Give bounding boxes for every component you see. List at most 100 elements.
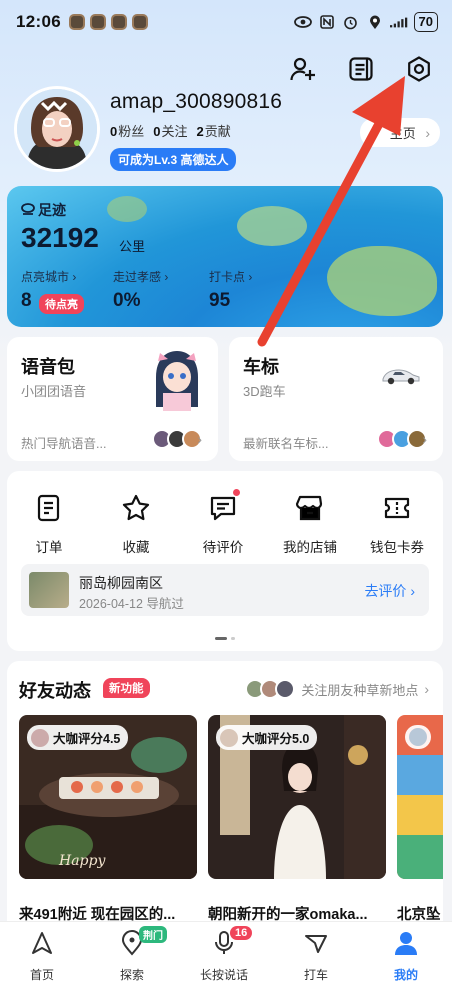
reviewer-avatar <box>409 728 427 746</box>
friends-feed: 好友动态 新功能 关注朋友种草新地点 › Happy 大咖评分4.5 大咖评分5… <box>7 661 443 931</box>
tab-explore[interactable]: 荆门 探索 <box>92 926 172 981</box>
footprint-unit: 公里 <box>119 239 146 254</box>
shortcut-favorites[interactable]: 收藏 <box>101 493 171 556</box>
stat-following[interactable]: 0关注 <box>153 121 187 140</box>
stat-contributions[interactable]: 2贡献 <box>197 121 231 140</box>
order-icon <box>37 494 60 522</box>
car-icon-subtitle: 3D跑车 <box>243 384 286 399</box>
footprint-distance: 32192 <box>21 222 99 253</box>
notes-icon[interactable] <box>346 54 376 84</box>
feed-card[interactable] <box>397 715 443 879</box>
app-notification-icon <box>110 14 127 30</box>
profile-stats: 0粉丝 0关注 2贡献 <box>110 121 231 140</box>
car-brand-avatars: › <box>377 429 428 449</box>
voice-pack-footer: 热门导航语音... <box>21 437 107 451</box>
feed-card[interactable]: Happy 大咖评分4.5 <box>19 715 197 879</box>
voice-pack-title: 语音包 <box>21 357 75 377</box>
chevron-right-icon: › <box>422 431 427 447</box>
shortcut-label: 钱包卡券 <box>370 540 424 555</box>
voice-character-image <box>156 351 198 411</box>
go-review-button[interactable]: 去评价 › <box>364 581 415 601</box>
car-icon-card[interactable]: 车标 3D跑车 最新联名车标... › <box>229 337 443 461</box>
place-name: 丽岛柳园南区 <box>79 575 163 591</box>
review-icon <box>210 496 236 521</box>
tab-label: 长按说话 <box>199 968 248 981</box>
score-label: 大咖评分4.5 <box>53 732 121 746</box>
sports-car-icon <box>382 369 420 385</box>
shortcut-orders[interactable]: 订单 <box>14 493 84 556</box>
wallet-icon <box>384 497 410 519</box>
shortcut-label: 待评价 <box>202 540 244 555</box>
reviewer-avatar <box>31 728 49 747</box>
follow-friends-label: 关注朋友种草新地点 <box>301 682 419 698</box>
page-indicator <box>215 637 235 640</box>
shortcut-pending-review[interactable]: 待评价 <box>188 489 258 556</box>
car-icon-title: 车标 <box>243 357 279 377</box>
voice-pack-card[interactable]: 语音包 小团团语音 热门导航语音... › <box>7 337 218 461</box>
tab-voice[interactable]: 16 长按说话 <box>184 926 264 981</box>
metric-label: 走过孝感 <box>113 270 162 284</box>
metric-checkins-label[interactable]: 打卡点 › <box>209 268 252 285</box>
shortcut-label: 订单 <box>35 540 63 555</box>
place-thumbnail <box>29 572 69 608</box>
metric-xiaogan-label[interactable]: 走过孝感 › <box>113 268 168 285</box>
stat-count: 0 <box>153 124 161 139</box>
store-icon <box>295 495 323 521</box>
shortcut-my-store[interactable]: 我的店铺 <box>275 493 345 556</box>
tab-label: 我的 <box>393 968 418 981</box>
follow-friends-link[interactable]: 关注朋友种草新地点 › <box>245 679 429 699</box>
shortcut-label: 我的店铺 <box>283 540 337 555</box>
friend-avatars <box>245 679 296 699</box>
footprint-icon <box>21 203 35 215</box>
voice-pack-subtitle: 小团团语音 <box>21 384 87 399</box>
add-friend-icon[interactable] <box>288 54 318 84</box>
avatar[interactable] <box>14 86 100 172</box>
car-icon-footer: 最新联名车标... <box>243 437 329 451</box>
profile-icon <box>395 932 417 955</box>
tab-mine[interactable]: 我的 <box>366 930 446 981</box>
score-label: 大咖评分5.0 <box>242 732 310 746</box>
metric-xiaogan-value: 0% <box>113 290 141 311</box>
settings-icon[interactable] <box>404 54 434 84</box>
app-notification-icon <box>68 14 85 30</box>
page-dot-active <box>215 637 227 640</box>
shortcut-label: 收藏 <box>122 540 150 555</box>
nfc-icon <box>318 15 336 29</box>
pending-review-row[interactable]: 丽岛柳园南区 2026-04-12 导航过 去评价 › <box>21 564 429 616</box>
feed-title: 好友动态 <box>19 681 91 701</box>
stat-label: 关注 <box>161 124 188 139</box>
stat-count: 2 <box>196 124 204 139</box>
chevron-right-icon: › <box>424 681 429 697</box>
homepage-button[interactable]: 主页 › <box>359 118 440 147</box>
alarm-icon <box>342 15 360 29</box>
new-feature-badge: 新功能 <box>103 678 150 698</box>
eye-icon <box>293 15 312 29</box>
to-light-badge[interactable]: 待点亮 <box>39 294 84 314</box>
level-badge[interactable]: 可成为Lv.3 高德达人 <box>110 148 237 171</box>
username: amap_300890816 <box>110 90 283 113</box>
voice-avatars: › <box>152 429 203 449</box>
chevron-right-icon: › <box>197 431 202 447</box>
chevron-right-icon: › <box>425 125 430 141</box>
location-badge: 荆门 <box>139 926 167 943</box>
go-review-label: 去评价 <box>364 583 407 599</box>
footprint-card[interactable]: 足迹 32192 公里 点亮城市 › 8 待点亮 走过孝感 › 0% 打卡点 ›… <box>7 186 443 327</box>
status-bar: 12:06 70 <box>0 0 452 44</box>
map-decoration <box>237 206 307 246</box>
feed-card[interactable]: 大咖评分5.0 <box>208 715 386 879</box>
stat-followers[interactable]: 0粉丝 <box>110 121 144 140</box>
tab-label: 探索 <box>119 968 144 981</box>
star-icon <box>122 494 150 521</box>
metric-checkins-value: 95 <box>209 290 231 311</box>
app-notification-icon <box>131 14 148 30</box>
tab-home[interactable]: 首页 <box>2 930 82 981</box>
map-decoration <box>327 246 437 316</box>
metric-cities-label[interactable]: 点亮城市 › <box>21 268 76 285</box>
bottom-tab-bar: 首页 荆门 探索 16 长按说话 打车 我的 <box>0 921 452 981</box>
homepage-label: 主页 <box>389 126 416 141</box>
shortcut-wallet[interactable]: 钱包卡券 <box>362 493 432 556</box>
tab-taxi[interactable]: 打车 <box>276 930 356 981</box>
home-icon <box>32 932 52 954</box>
metric-label: 点亮城市 <box>21 270 70 284</box>
shortcuts-card: 订单 收藏 待评价 我的店铺 钱包卡券 丽岛柳园南区 2026-04-12 导航… <box>7 471 443 651</box>
